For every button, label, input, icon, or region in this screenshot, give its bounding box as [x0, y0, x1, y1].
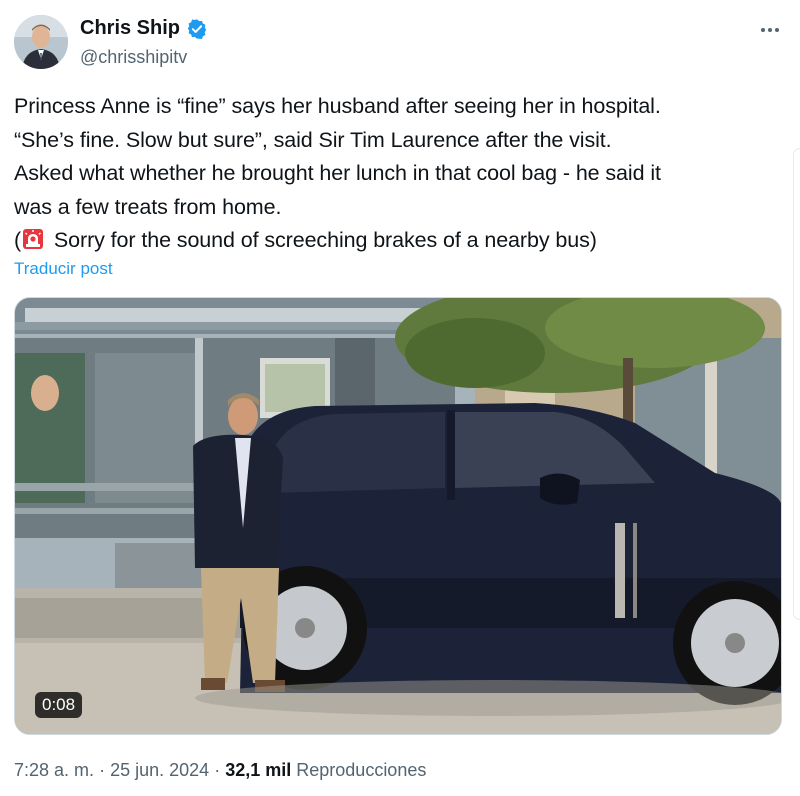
tweet-text-line: was a few treats from home. [14, 194, 282, 219]
tweet-card: Chris Ship @chrisshipitv Princess Anne i… [0, 0, 800, 796]
translate-post-link[interactable]: Traducir post [14, 259, 113, 279]
tweet-text: Princess Anne is “fine” says her husband… [14, 90, 784, 258]
tweet-text-line: “She’s fine. Slow but sure”, said Sir Ti… [14, 127, 612, 152]
video-player[interactable]: 0:08 [14, 297, 782, 735]
video-duration-badge: 0:08 [35, 692, 83, 718]
tweet-time[interactable]: 7:28 a. m. [14, 760, 94, 780]
tweet-text-last-rest: Sorry for the sound of screeching brakes… [48, 228, 597, 252]
tweet-meta: 7:28 a. m. · 25 jun. 2024 · 32,1 mil Rep… [14, 760, 426, 781]
video-thumbnail [15, 298, 781, 734]
tweet-text-line-last: ( Sorry for the sound of screeching brak… [14, 224, 784, 258]
paren-open: ( [14, 228, 22, 252]
author-avatar[interactable] [14, 15, 68, 69]
views-count: 32,1 mil [225, 760, 292, 780]
meta-separator: · [214, 760, 221, 780]
author-name-row: Chris Ship [80, 17, 208, 40]
meta-separator: · [99, 760, 106, 780]
author-display-name[interactable]: Chris Ship [80, 17, 180, 40]
police-car-light-icon [22, 227, 44, 249]
more-dots-icon [761, 28, 779, 32]
views-label: Reproducciones [296, 760, 427, 780]
verified-badge-icon [186, 18, 208, 40]
more-options-button[interactable] [756, 16, 784, 44]
tweet-text-line: Asked what whether he brought her lunch … [14, 161, 661, 185]
author-handle[interactable]: @chrisshipitv [80, 47, 187, 68]
side-panel-edge [793, 148, 800, 620]
tweet-date[interactable]: 25 jun. 2024 [110, 760, 209, 780]
tweet-text-line: Princess Anne is “fine” says her husband… [14, 94, 661, 118]
